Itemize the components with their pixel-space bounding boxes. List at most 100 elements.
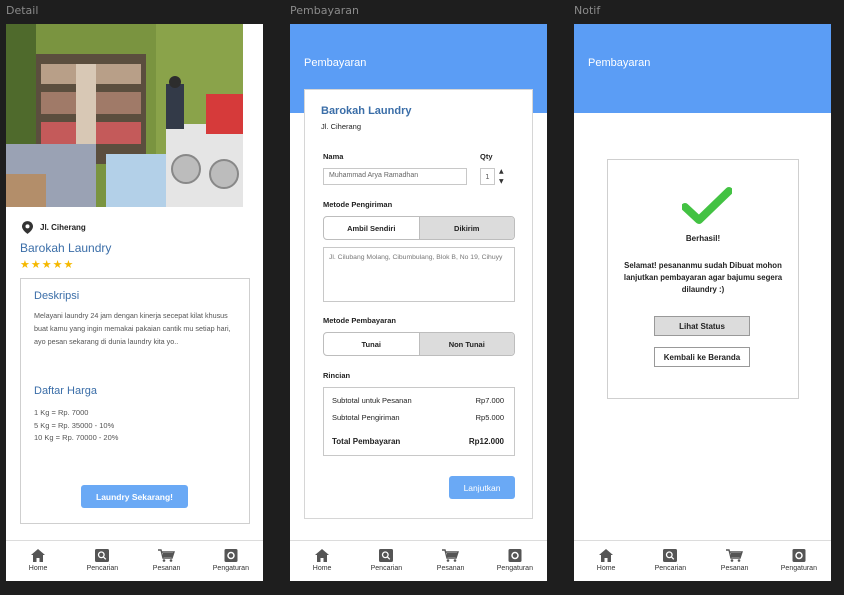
cart-icon [158,549,176,562]
back-home-button[interactable]: Kembali ke Beranda [654,347,750,367]
nav-label-settings: Pengaturan [212,565,249,572]
payment-store-name: Barokah Laundry [321,105,412,117]
nav-label-home: Home [596,565,616,572]
nav-item-home[interactable]: Home [576,549,636,572]
nav-item-search[interactable]: Pencarian [356,549,416,572]
nav-label-orders: Pesanan [436,565,465,572]
total-value: Rp12.000 [468,437,504,446]
nav-item-orders[interactable]: Pesanan [705,549,765,572]
subtotal-order-value: Rp7.000 [475,396,504,405]
qty-increment-icon[interactable]: ▲ [499,168,504,175]
subtotal-order-label: Subtotal untuk Pesanan [332,396,412,405]
nav-item-settings[interactable]: Pengaturan [201,549,261,572]
nav-item-home[interactable]: Home [292,549,352,572]
cart-icon [726,549,744,562]
home-icon [599,549,614,562]
price-line: 10 Kg = Rp. 70000 - 20% [34,433,119,442]
notif-header-title: Pembayaran [588,57,651,69]
name-input[interactable]: Muhammad Arya Ramadhan [323,168,467,185]
nav-item-settings[interactable]: Pengaturan [769,549,829,572]
search-icon [95,549,110,562]
payment-store-address: Jl. Ciherang [321,122,362,131]
home-icon [315,549,330,562]
nav-label-search: Pencarian [86,565,119,572]
qty-label: Qty [480,152,493,161]
notif-header: Pembayaran [574,24,831,113]
subtotal-shipping-label: Subtotal Pengiriman [332,413,400,422]
nav-label-home: Home [312,565,332,572]
success-title: Berhasil! [685,234,721,243]
price-line: 5 Kg = Rp. 35000 - 10% [34,420,115,430]
location-pin-icon [22,221,33,234]
nav-label-settings: Pengaturan [780,565,817,572]
nav-item-home[interactable]: Home [8,549,68,572]
description-text: Melayani laundry 24 jam dengan kinerja s… [34,311,231,346]
payment-method-toggle: Tunai Non Tunai [323,332,515,356]
bottom-nav: Home Pencarian Pesanan Pengaturan [574,540,831,581]
settings-icon [508,549,522,562]
price-list: 1 Kg = Rp. 7000 5 Kg = Rp. 35000 - 10% 1… [34,407,118,445]
price-line: 1 Kg = Rp. 7000 [34,408,89,417]
rincian-box: Subtotal untuk Pesanan Rp7.000 Subtotal … [323,387,515,456]
view-status-button[interactable]: Lihat Status [654,316,750,336]
nav-label-home: Home [28,565,48,572]
total-row: Total Pembayaran Rp12.000 [332,437,504,446]
star-icon: ★ [20,258,30,271]
name-label: Nama [323,152,344,161]
shipping-option-pickup[interactable]: Ambil Sendiri [324,217,419,239]
shipping-toggle: Ambil Sendiri Dikirim [323,216,515,240]
payment-header-title: Pembayaran [304,57,367,69]
nav-label-orders: Pesanan [720,565,749,572]
settings-icon [792,549,806,562]
nav-item-search[interactable]: Pencarian [72,549,132,572]
rating-stars: ★ ★ ★ ★ ★ [20,259,74,270]
success-message: Selamat! pesananmu sudah Dibuat mohon la… [623,261,783,294]
subtotal-order-row: Subtotal untuk Pesanan Rp7.000 [332,396,504,405]
search-icon [379,549,394,562]
shipping-option-delivery[interactable]: Dikirim [418,217,514,239]
rincian-label: Rincian [323,371,351,380]
nav-item-search[interactable]: Pencarian [640,549,700,572]
laundry-photo [6,24,243,207]
home-icon [31,549,46,562]
qty-decrement-icon[interactable]: ▼ [499,178,504,185]
address-textarea[interactable]: Jl. Cilubang Molang, Cibumbulang, Blok B… [323,247,515,302]
location-text: Jl. Ciherang [40,223,86,232]
payment-option-noncash[interactable]: Non Tunai [418,333,514,355]
payment-option-cash[interactable]: Tunai [324,333,419,355]
bottom-nav: Home Pencarian Pesanan Pengaturan [6,540,263,581]
price-title: Daftar Harga [34,385,97,397]
qty-input[interactable]: 1 [480,168,495,185]
star-icon: ★ [52,258,63,271]
total-label: Total Pembayaran [332,437,401,446]
subtotal-shipping-value: Rp5.000 [475,413,504,422]
settings-icon [224,549,238,562]
nav-label-orders: Pesanan [152,565,181,572]
nav-label-settings: Pengaturan [496,565,533,572]
continue-button[interactable]: Lanjutkan [449,476,515,499]
frame-label-detail: Detail [6,4,39,17]
location-row: Jl. Ciherang [22,221,86,234]
description-title: Deskripsi [34,290,80,302]
star-icon: ★ [30,258,41,271]
laundry-now-button[interactable]: Laundry Sekarang! [81,485,188,508]
nav-label-search: Pencarian [370,565,403,572]
checkmark-icon [682,187,732,224]
nav-item-orders[interactable]: Pesanan [421,549,481,572]
star-icon: ★ [63,258,74,271]
nav-item-orders[interactable]: Pesanan [137,549,197,572]
cart-icon [442,549,460,562]
payment-method-label: Metode Pembayaran [323,316,396,325]
detail-screen: Jl. Ciherang Barokah Laundry ★ ★ ★ ★ ★ Deskr… [6,24,263,581]
search-icon [663,549,678,562]
payment-screen: Pembayaran Barokah Laundry Jl. Ciherang … [290,24,547,581]
shipping-label: Metode Pengiriman [323,200,393,209]
success-card: Berhasil! Selamat! pesananmu sudah Dibua… [607,159,799,399]
bottom-nav: Home Pencarian Pesanan Pengaturan [290,540,547,581]
frame-label-notif: Notif [574,4,601,17]
payment-card: Barokah Laundry Jl. Ciherang Nama Qty Mu… [304,89,533,519]
subtotal-shipping-row: Subtotal Pengiriman Rp5.000 [332,413,504,422]
nav-item-settings[interactable]: Pengaturan [485,549,545,572]
star-icon: ★ [41,258,52,271]
notif-screen: Pembayaran Berhasil! Selamat! pesananmu … [574,24,831,581]
